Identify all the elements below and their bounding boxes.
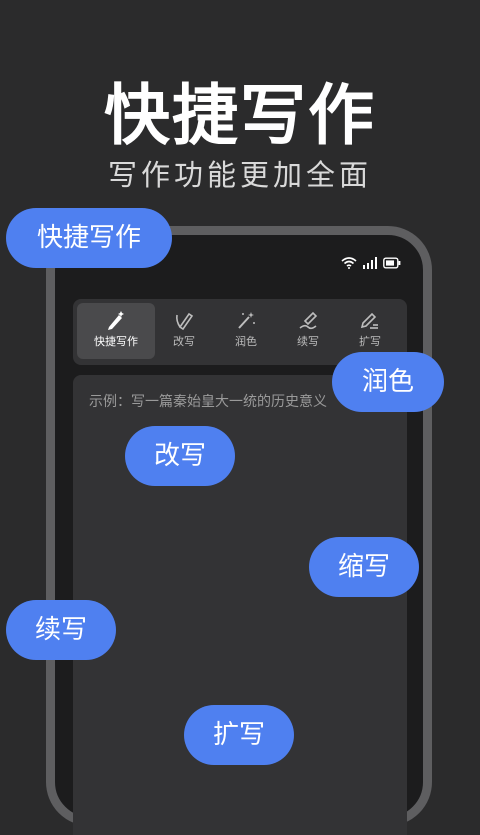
- tab-expand[interactable]: 扩写: [331, 303, 409, 359]
- magic-wand-icon: [238, 312, 255, 329]
- bubble-polish: 润色: [332, 352, 444, 412]
- hero-subtitle: 写作功能更加全面: [107, 158, 372, 192]
- wifi-icon: [341, 257, 357, 269]
- bubble-shorten: 缩写: [309, 537, 419, 597]
- tab-quick-writing[interactable]: 快捷写作: [77, 303, 155, 359]
- writing-input-area[interactable]: 示例：写一篇秦始皇大一统的历史意义: [73, 375, 407, 835]
- battery-icon: [383, 257, 401, 269]
- bubble-quick-writing: 快捷写作: [6, 208, 172, 268]
- bubble-expand: 扩写: [184, 705, 294, 765]
- continue-pen-icon: [299, 311, 318, 330]
- bubble-continue: 续写: [6, 600, 116, 660]
- status-bar: [341, 257, 401, 269]
- signal-icon: [363, 257, 377, 269]
- rewrite-pen-icon: [176, 312, 194, 331]
- pen-sparkle-icon: [108, 311, 124, 330]
- hero-title: 快捷写作: [104, 77, 376, 154]
- tab-label: 扩写: [359, 335, 381, 348]
- expand-pen-icon: [360, 312, 378, 329]
- tab-label: 快捷写作: [94, 335, 138, 348]
- bubble-rewrite: 改写: [125, 426, 235, 486]
